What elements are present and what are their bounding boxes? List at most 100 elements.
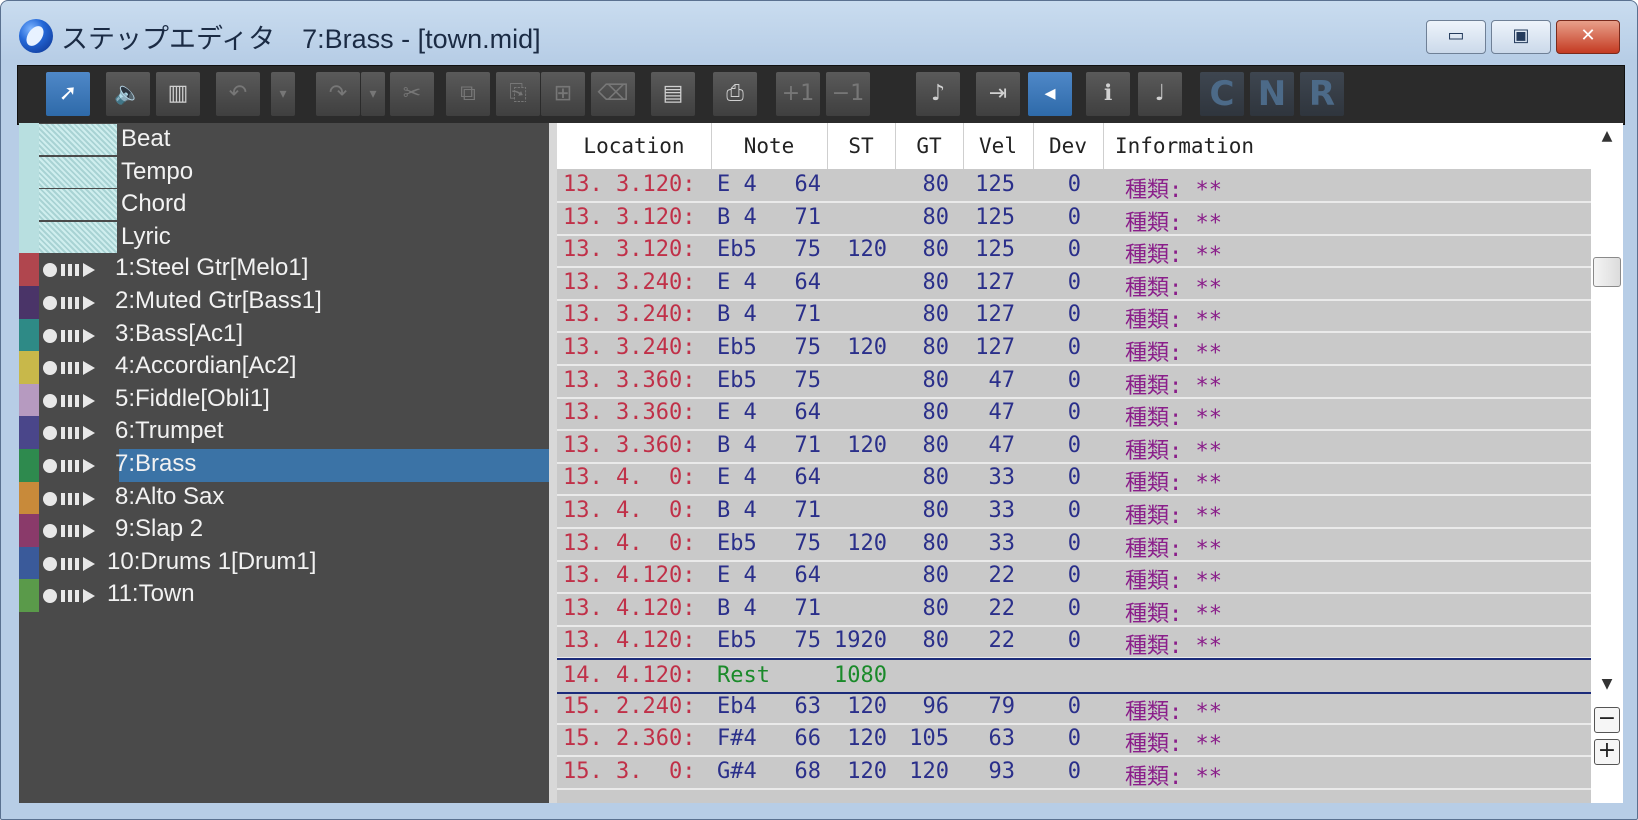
play-triangle-icon[interactable] [83, 296, 95, 310]
mute-bar-icon[interactable] [61, 590, 65, 603]
n-filter-button[interactable]: N [1250, 72, 1294, 116]
scroll-up-arrow-icon[interactable]: ▲ [1591, 123, 1623, 149]
note-event-row[interactable]: 13. 3.360: E 4 64 80 47 0 種類: ** [557, 397, 1591, 432]
track-item[interactable]: 11:Town [19, 579, 549, 613]
solo-bar-icon[interactable] [68, 264, 72, 277]
track-controls[interactable] [43, 458, 119, 474]
note-event-row[interactable]: 13. 3.240: Eb5 75 120 80 127 0 種類: ** [557, 332, 1591, 366]
level-bar-icon[interactable] [75, 525, 79, 538]
track-controls[interactable] [43, 360, 119, 376]
system-track-chord[interactable]: Chord [19, 188, 549, 222]
play-triangle-icon[interactable] [83, 361, 95, 376]
record-dot-icon[interactable] [43, 393, 57, 408]
column-header-gt[interactable]: GT [895, 123, 964, 169]
solo-bar-icon[interactable] [68, 590, 72, 603]
record-dot-icon[interactable] [43, 556, 57, 571]
insert-event-button[interactable]: ▤ [651, 72, 695, 116]
track-controls[interactable] [43, 328, 119, 344]
note-event-row[interactable]: 13. 4. 0: Eb5 75 120 80 33 0 種類: ** [557, 528, 1591, 562]
play-triangle-icon[interactable] [83, 426, 95, 441]
note-event-row[interactable]: 13. 4.120: B 4 71 80 22 0 種類: ** [557, 593, 1591, 627]
level-bar-icon[interactable] [75, 460, 79, 472]
column-header-vel[interactable]: Vel [963, 123, 1034, 169]
record-dot-icon[interactable] [43, 361, 57, 376]
cut-button[interactable]: ✂ [390, 72, 434, 116]
note-event-row[interactable]: 13. 3.240: E 4 64 80 127 0 種類: ** [557, 267, 1591, 301]
track-item[interactable]: 1:Steel Gtr[Melo1] [19, 253, 549, 287]
record-dot-icon[interactable] [43, 296, 57, 310]
c-filter-button[interactable]: C [1200, 72, 1244, 116]
column-header-information[interactable]: Information [1103, 123, 1591, 169]
track-item[interactable]: 3:Bass[Ac1] [19, 318, 549, 352]
track-item[interactable]: 7:Brass [19, 449, 549, 482]
note-event-row[interactable]: 13. 3.240: B 4 71 80 127 0 種類: ** [557, 299, 1591, 334]
vertical-scrollbar[interactable]: ▲ ▼ − + [1591, 123, 1623, 803]
solo-bar-icon[interactable] [68, 525, 72, 538]
title-bar[interactable]: ステップエディタ 7:Brass - [town.mid] ▭ ▣ ✕ [1, 1, 1637, 67]
note-display-button[interactable]: ♩ [1138, 72, 1182, 116]
mute-bar-icon[interactable] [61, 264, 65, 277]
pane-splitter[interactable] [549, 123, 557, 803]
increment-button[interactable]: +1 [776, 72, 820, 116]
copy-button[interactable]: ⧉ [446, 72, 490, 116]
solo-bar-icon[interactable] [68, 362, 72, 375]
note-event-row[interactable]: 13. 3.120: Eb5 75 120 80 125 0 種類: ** [557, 234, 1591, 269]
select-tool-button[interactable]: ➚ [46, 72, 90, 116]
mute-bar-icon[interactable] [61, 557, 65, 570]
mute-bar-icon[interactable] [61, 460, 65, 472]
record-dot-icon[interactable] [43, 491, 57, 506]
minimize-button[interactable]: ▭ [1426, 20, 1486, 54]
record-dot-icon[interactable] [43, 524, 57, 539]
note-event-row[interactable]: 13. 4. 0: B 4 71 80 33 0 種類: ** [557, 495, 1591, 529]
track-controls[interactable] [43, 295, 119, 311]
play-triangle-icon[interactable] [83, 589, 95, 604]
speaker-tool-button[interactable]: 🔈 [106, 72, 150, 116]
track-item[interactable]: 2:Muted Gtr[Bass1] [19, 286, 549, 319]
goto-location-button[interactable]: ⇥ [976, 72, 1020, 116]
track-controls[interactable] [43, 425, 119, 441]
column-header-note[interactable]: Note [711, 123, 828, 169]
note-event-row[interactable]: 13. 3.360: B 4 71 120 80 47 0 種類: ** [557, 430, 1591, 464]
track-item[interactable]: 9:Slap 2 [19, 514, 549, 548]
note-event-row[interactable]: 13. 4.120: E 4 64 80 22 0 種類: ** [557, 560, 1591, 595]
redo-dropdown-button[interactable]: ▾ [361, 72, 385, 116]
erase-button[interactable]: ⌫ [591, 72, 635, 116]
track-item[interactable]: 6:Trumpet [19, 416, 549, 450]
record-dot-icon[interactable] [43, 589, 57, 604]
track-controls[interactable] [43, 491, 119, 507]
solo-bar-icon[interactable] [68, 329, 72, 342]
note-event-row[interactable]: 13. 3.360: Eb5 75 80 47 0 種類: ** [557, 365, 1591, 399]
note-event-row[interactable]: 15. 2.240: Eb4 63 120 96 79 0 種類: ** [557, 691, 1591, 725]
track-controls[interactable] [43, 262, 119, 278]
close-button[interactable]: ✕ [1556, 20, 1620, 54]
track-item[interactable]: 10:Drums 1[Drum1] [19, 546, 549, 580]
play-triangle-icon[interactable] [83, 556, 95, 571]
record-dot-icon[interactable] [43, 459, 57, 473]
solo-bar-icon[interactable] [68, 492, 72, 505]
keyboard-tool-button[interactable]: ▥ [156, 72, 200, 116]
level-bar-icon[interactable] [75, 492, 79, 505]
track-item[interactable]: 8:Alto Sax [19, 481, 549, 515]
mute-bar-icon[interactable] [61, 329, 65, 342]
paste-insert-button[interactable]: ⊞ [541, 72, 585, 116]
note-event-row[interactable]: 15. 3. 0: G#4 68 120 120 93 0 種類: ** [557, 756, 1591, 790]
track-item[interactable]: 4:Accordian[Ac2] [19, 351, 549, 385]
track-controls[interactable] [43, 393, 119, 409]
track-item[interactable]: 5:Fiddle[Obli1] [19, 383, 549, 417]
note-event-row[interactable]: 13. 3.120: B 4 71 80 125 0 種類: ** [557, 202, 1591, 236]
column-header-st[interactable]: ST [827, 123, 896, 169]
play-triangle-icon[interactable] [83, 459, 95, 473]
record-dot-icon[interactable] [43, 328, 57, 343]
level-bar-icon[interactable] [75, 362, 79, 375]
column-header-dev[interactable]: Dev [1033, 123, 1104, 169]
record-dot-icon[interactable] [43, 263, 57, 278]
mute-bar-icon[interactable] [61, 525, 65, 538]
mute-bar-icon[interactable] [61, 427, 65, 440]
solo-bar-icon[interactable] [68, 460, 72, 472]
solo-bar-icon[interactable] [68, 557, 72, 570]
level-bar-icon[interactable] [75, 427, 79, 440]
level-bar-icon[interactable] [75, 297, 79, 309]
rest-event-row[interactable]: 14. 4.120: Rest 1080 [557, 658, 1591, 694]
track-controls[interactable] [43, 523, 119, 539]
auto-scroll-button[interactable]: ◂ [1028, 72, 1072, 116]
